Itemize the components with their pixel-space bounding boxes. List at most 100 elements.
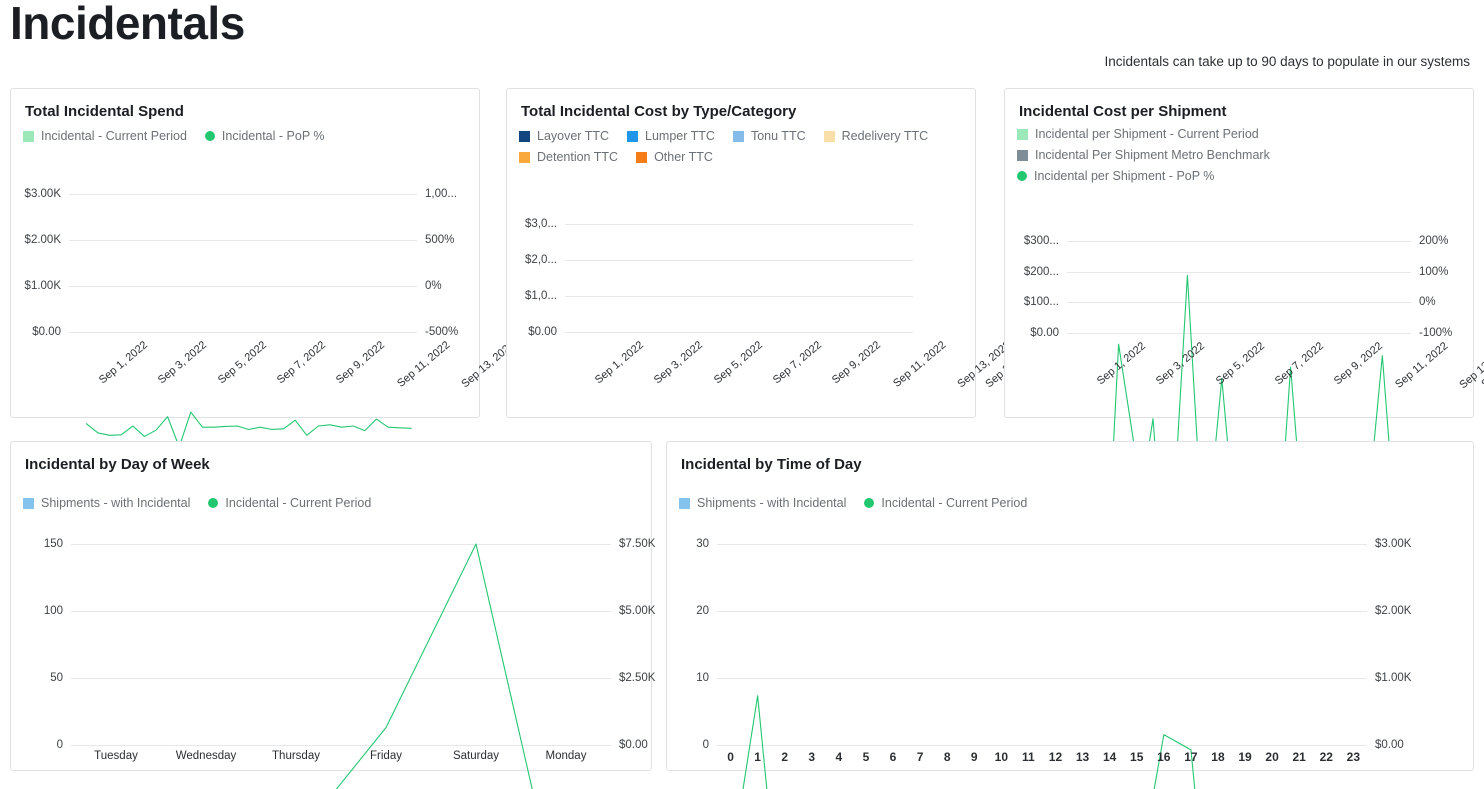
legend-item[interactable]: Redelivery TTC (824, 129, 929, 143)
bar-slot[interactable] (693, 224, 705, 332)
panel-total-incidental-spend[interactable]: Total Incidental Spend Incidental - Curr… (10, 88, 480, 418)
legend-swatch-icon (733, 131, 744, 142)
bar-slot[interactable] (855, 224, 867, 332)
x-axis-tick: 15 (1130, 750, 1143, 764)
y-axis-tick-left: 0 (23, 739, 63, 751)
y-axis-tick-left: $300... (1007, 235, 1059, 247)
bar-series (565, 224, 913, 332)
legend-dot-icon (208, 498, 218, 508)
legend-item[interactable]: Incidental - Current Period (23, 129, 187, 143)
y-axis-tick-left: $2.00K (7, 234, 61, 246)
x-axis-tick: 18 (1211, 750, 1224, 764)
legend-item[interactable]: Shipments - with Incidental (23, 496, 190, 510)
legend-swatch-icon (627, 131, 638, 142)
legend-label: Other TTC (654, 150, 713, 164)
bar-slot[interactable] (890, 224, 902, 332)
legend-item[interactable]: Shipments - with Incidental (679, 496, 846, 510)
bar-slot[interactable] (785, 224, 797, 332)
y-axis-tick-right: $0.00 (619, 739, 669, 751)
bar-slot[interactable] (611, 224, 623, 332)
x-tick-slot: 21 (1286, 750, 1313, 764)
legend-item[interactable]: Incidental per Shipment - PoP % (1017, 169, 1214, 183)
x-axis-tick: 17 (1184, 750, 1197, 764)
legend-swatch-icon (679, 498, 690, 509)
x-axis-tick: 16 (1157, 750, 1170, 764)
chart-legend: Layover TTC Lumper TTC Tonu TTC Redelivery … (519, 129, 965, 171)
bar-slot[interactable] (820, 224, 832, 332)
bar-slot[interactable] (565, 224, 577, 332)
y-axis-tick-left: 0 (669, 739, 709, 751)
legend-item[interactable]: Tonu TTC (733, 129, 806, 143)
legend-item[interactable]: Incidental - Current Period (208, 496, 371, 510)
legend-item[interactable]: Incidental Per Shipment Metro Benchmark (1017, 148, 1270, 162)
bar-slot[interactable] (716, 224, 728, 332)
page-title: Incidentals (10, 0, 245, 50)
bar-slot[interactable] (577, 224, 589, 332)
legend-item[interactable]: Detention TTC (519, 150, 618, 164)
x-tick-slot: Thursday (251, 750, 341, 762)
x-axis-tick: 1 (754, 750, 761, 764)
bar-slot[interactable] (669, 224, 681, 332)
legend-item[interactable]: Incidental - PoP % (205, 129, 325, 143)
y-axis-tick-right: $2.00K (1375, 605, 1425, 617)
x-tick-slot: Saturday (431, 750, 521, 762)
x-axis-tick: Thursday (272, 750, 320, 762)
plot-area: 150$7.50K100$5.00K50$2.50K0$0.00 (71, 544, 611, 745)
legend-swatch-icon (519, 131, 530, 142)
bar-slot[interactable] (681, 224, 693, 332)
bar-slot[interactable] (704, 224, 716, 332)
legend-label: Incidental per Shipment - PoP % (1034, 169, 1214, 183)
bar-slot[interactable] (658, 224, 670, 332)
bar-slot[interactable] (588, 224, 600, 332)
legend-item[interactable]: Incidental per Shipment - Current Period (1017, 127, 1259, 141)
y-axis-tick-left: $0.00 (1007, 327, 1059, 339)
x-tick-slot: Sep 1, 2022 (1067, 338, 1126, 350)
dashboard-page: Incidentals Incidentals can take up to 9… (0, 0, 1484, 789)
bar-slot[interactable] (774, 224, 786, 332)
bar-slot[interactable] (635, 224, 647, 332)
plot-area: $300...200%$200...100%$100...0%$0.00-100… (1067, 241, 1411, 333)
bar-slot[interactable] (623, 224, 635, 332)
legend-label: Incidental per Shipment - Current Period (1035, 127, 1259, 141)
bar-slot[interactable] (797, 224, 809, 332)
panel-by-day-of-week[interactable]: Incidental by Day of Week Shipments - wi… (10, 441, 652, 771)
y-axis-tick-right: 200% (1419, 235, 1469, 247)
legend-item[interactable]: Other TTC (636, 150, 713, 164)
legend-item[interactable]: Lumper TTC (627, 129, 715, 143)
x-axis-tick: 21 (1293, 750, 1306, 764)
x-tick-slot: Sep 1, 2022 (69, 337, 128, 349)
y-axis-tick-left: $3.00K (7, 188, 61, 200)
bar-slot[interactable] (727, 224, 739, 332)
y-axis-tick-left: $2,0... (505, 254, 557, 266)
bar-slot[interactable] (901, 224, 913, 332)
panel-cost-by-type[interactable]: Total Incidental Cost by Type/Category L… (506, 88, 976, 418)
x-axis-tick: 12 (1049, 750, 1062, 764)
bar-slot[interactable] (739, 224, 751, 332)
y-axis-tick-left: 20 (669, 605, 709, 617)
panel-by-time-of-day[interactable]: Incidental by Time of Day Shipments - wi… (666, 441, 1474, 771)
x-axis-tick: 20 (1265, 750, 1278, 764)
bar-slot[interactable] (832, 224, 844, 332)
x-tick-slot: 13 (1069, 750, 1096, 764)
x-tick-slot: 3 (798, 750, 825, 764)
bar-slot[interactable] (808, 224, 820, 332)
x-axis-tick: Sep 5, 2022 (712, 339, 765, 386)
x-axis-labels: Sep 1, 2022Sep 3, 2022Sep 5, 2022Sep 7, … (565, 337, 913, 349)
panel-title: Incidental Cost per Shipment (1019, 103, 1227, 120)
page-note: Incidentals can take up to 90 days to po… (1105, 54, 1470, 69)
x-axis-labels: 01234567891011121314151617181920212223 (717, 750, 1367, 764)
bar-slot[interactable] (646, 224, 658, 332)
legend-label: Detention TTC (537, 150, 618, 164)
bar-slot[interactable] (751, 224, 763, 332)
bar-slot[interactable] (600, 224, 612, 332)
bar-slot[interactable] (866, 224, 878, 332)
x-tick-slot: 16 (1150, 750, 1177, 764)
panel-title: Incidental by Day of Week (25, 456, 210, 473)
bar-slot[interactable] (878, 224, 890, 332)
legend-item[interactable]: Incidental - Current Period (864, 496, 1027, 510)
legend-item[interactable]: Layover TTC (519, 129, 609, 143)
panel-cost-per-shipment[interactable]: Incidental Cost per Shipment Incidental … (1004, 88, 1474, 418)
bar-slot[interactable] (843, 224, 855, 332)
panel-title: Total Incidental Cost by Type/Category (521, 103, 796, 120)
bar-slot[interactable] (762, 224, 774, 332)
